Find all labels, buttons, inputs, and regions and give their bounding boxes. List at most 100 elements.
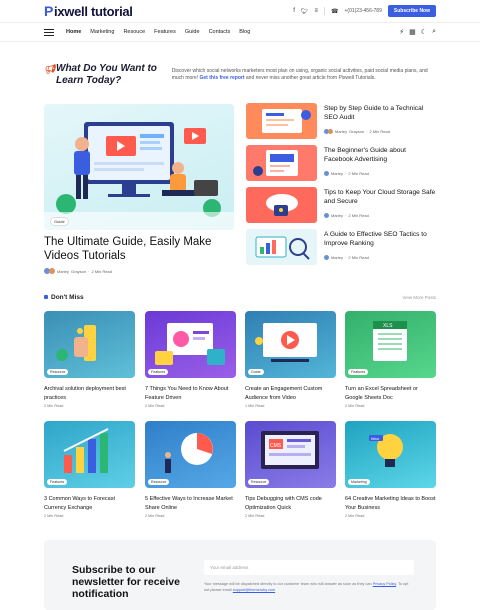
subscribe-button[interactable]: Subscribe Now bbox=[387, 5, 436, 17]
post-meta: Marley · 2 Min Read bbox=[324, 171, 369, 176]
card-tag[interactable]: Features bbox=[348, 369, 369, 375]
card-title[interactable]: 64 Creative Marketing Ideas to Boost You… bbox=[345, 495, 436, 512]
post-thumbnail[interactable]: Resource bbox=[145, 421, 236, 488]
post-title[interactable]: Tips to Keep Your Cloud Storage Safe and… bbox=[324, 189, 436, 206]
side-post[interactable]: A Guide to Effective SEO Tactics to Impr… bbox=[246, 229, 436, 267]
post-thumbnail[interactable] bbox=[246, 187, 317, 223]
post-meta: Marley · 2 Min Read bbox=[324, 255, 369, 260]
post-thumbnail[interactable]: Guide bbox=[245, 311, 336, 378]
card-title[interactable]: Turn an Excel Spreadsheet or Google Shee… bbox=[345, 385, 436, 402]
nav-item-guide[interactable]: Guide bbox=[185, 29, 200, 35]
twitter-icon[interactable]: 🐦︎ bbox=[301, 8, 309, 15]
post-card[interactable]: Resource 5 Effective Ways to Increase Ma… bbox=[145, 421, 236, 518]
hero-title[interactable]: The Ultimate Guide, Easily Make Videos T… bbox=[44, 235, 239, 263]
card-tag[interactable]: Marketing bbox=[348, 479, 370, 485]
card-tag[interactable]: Features bbox=[148, 369, 169, 375]
post-thumbnail[interactable] bbox=[246, 103, 317, 139]
post-thumbnail[interactable]: CMS Resource bbox=[245, 421, 336, 488]
card-title[interactable]: Create an Engagement Custom Audience fro… bbox=[245, 385, 336, 402]
side-post[interactable]: Step by Step Guide to a Technical SEO Au… bbox=[246, 103, 436, 141]
post-card[interactable]: XLS Features Turn an Excel Spreadsheet o… bbox=[345, 311, 436, 408]
divider bbox=[324, 7, 325, 15]
search-icon[interactable]: ⌕ bbox=[432, 28, 436, 36]
side-post[interactable]: The Beginner's Guide about Facebook Adve… bbox=[246, 145, 436, 183]
post-meta: Marley Grayson · 2 Min Read bbox=[324, 129, 390, 134]
section-title: Don't Miss bbox=[51, 293, 84, 301]
lightning-icon[interactable]: ⚡︎ bbox=[399, 28, 404, 36]
section-marker bbox=[44, 295, 48, 299]
site-logo[interactable]: P ixwell tutorial bbox=[44, 3, 133, 19]
menu-dots-icon[interactable]: ≡ bbox=[314, 8, 318, 14]
promo-heading: 📢︎ What Do You Want to Learn Today? bbox=[44, 63, 157, 86]
hamburger-menu-icon[interactable] bbox=[44, 27, 54, 38]
email-input[interactable]: Your email address bbox=[204, 560, 414, 575]
read-time: 2 Min Read bbox=[145, 404, 165, 408]
post-card[interactable]: CMS Resource Tips Debugging with CMS cod… bbox=[245, 421, 336, 518]
read-time: 2 Min Read bbox=[345, 404, 365, 408]
post-thumbnail[interactable]: XLS Features bbox=[345, 311, 436, 378]
phone-number[interactable]: +(01)23-456-789 bbox=[344, 8, 381, 14]
phone-icon: ☎ bbox=[331, 8, 339, 15]
card-tag[interactable]: Resource bbox=[47, 369, 69, 375]
avatar bbox=[49, 268, 55, 274]
post-card[interactable]: Features 7 Things You Need to Know About… bbox=[145, 311, 236, 408]
promo-banner: 📢︎ What Do You Want to Learn Today? Disc… bbox=[44, 55, 436, 95]
nav-item-home[interactable]: Home bbox=[66, 29, 81, 35]
post-thumbnail[interactable]: Idea Marketing bbox=[345, 421, 436, 488]
post-thumbnail[interactable]: Features bbox=[145, 311, 236, 378]
nav-item-features[interactable]: Features bbox=[154, 29, 176, 35]
logo-text: ixwell tutorial bbox=[54, 3, 133, 19]
read-time: 2 Min Read bbox=[345, 514, 365, 518]
card-title[interactable]: Archival solution deployment best practi… bbox=[44, 385, 135, 402]
post-thumbnail[interactable] bbox=[246, 145, 317, 181]
nav-item-blog[interactable]: Blog bbox=[239, 29, 250, 35]
side-post[interactable]: Tips to Keep Your Cloud Storage Safe and… bbox=[246, 187, 436, 225]
author-name[interactable]: Grayson bbox=[71, 269, 86, 274]
hero-tag[interactable]: Guide bbox=[50, 217, 69, 226]
privacy-policy-link[interactable]: Privacy Policy bbox=[373, 582, 396, 586]
card-tag[interactable]: Resource bbox=[148, 479, 170, 485]
facebook-icon[interactable]: f bbox=[293, 8, 295, 14]
post-title[interactable]: The Beginner's Guide about Facebook Adve… bbox=[324, 147, 436, 164]
dark-mode-icon[interactable]: ☾ bbox=[421, 28, 427, 36]
author-name[interactable]: Marley bbox=[57, 269, 69, 274]
card-title[interactable]: 5 Effective Ways to Increase Market Shar… bbox=[145, 495, 236, 512]
view-more-link[interactable]: View More Posts bbox=[402, 295, 436, 300]
newsletter-disclaimer: Your message will be dispatched directly… bbox=[204, 582, 409, 592]
post-card[interactable]: Guide Create an Engagement Custom Audien… bbox=[245, 311, 336, 408]
promo-description: Discover which social networks marketers… bbox=[171, 67, 428, 82]
card-title[interactable]: 3 Common Ways to Forecast Currency Excha… bbox=[44, 495, 135, 512]
post-thumbnail[interactable]: Resource bbox=[44, 311, 135, 378]
read-time: 2 Min Read bbox=[91, 268, 112, 274]
post-title[interactable]: Step by Step Guide to a Technical SEO Au… bbox=[324, 105, 436, 122]
hero-meta: Marley Grayson · 2 Min Read bbox=[44, 268, 112, 274]
dont-miss-header: Don't Miss View More Posts bbox=[44, 292, 436, 302]
post-card[interactable]: Resource Archival solution deployment be… bbox=[44, 311, 135, 408]
read-time: 2 Min Read bbox=[44, 514, 64, 518]
free-report-link[interactable]: Get this free report bbox=[200, 75, 245, 81]
card-tag[interactable]: Resource bbox=[248, 479, 270, 485]
support-email-link[interactable]: support@themeruby.com bbox=[233, 588, 275, 592]
hero-image[interactable]: Guide bbox=[44, 104, 234, 230]
post-card[interactable]: Idea Marketing 64 Creative Marketing Ide… bbox=[345, 421, 436, 518]
read-time: 2 Min Read bbox=[245, 514, 265, 518]
video-tutorial-illustration bbox=[44, 122, 234, 230]
grid-icon[interactable]: ▦ bbox=[409, 28, 416, 36]
megaphone-icon: 📢︎ bbox=[44, 64, 56, 74]
post-thumbnail[interactable] bbox=[246, 229, 317, 265]
card-tag[interactable]: Guide bbox=[248, 369, 264, 375]
nav-item-contacts[interactable]: Contacts bbox=[209, 29, 231, 35]
nav-item-resouce[interactable]: Resouce bbox=[123, 29, 145, 35]
card-title[interactable]: Tips Debugging with CMS code Optimizatio… bbox=[245, 495, 336, 512]
post-title[interactable]: A Guide to Effective SEO Tactics to Impr… bbox=[324, 231, 436, 248]
read-time: 2 Min Read bbox=[145, 514, 165, 518]
post-card[interactable]: Features 3 Common Ways to Forecast Curre… bbox=[44, 421, 135, 518]
post-thumbnail[interactable]: Features bbox=[44, 421, 135, 488]
read-time: 1 Min Read bbox=[245, 404, 265, 408]
read-time: 2 Min Read bbox=[44, 404, 64, 408]
nav-item-marketing[interactable]: Marketing bbox=[90, 29, 114, 35]
svg-text:CMS: CMS bbox=[270, 443, 282, 449]
card-title[interactable]: 7 Things You Need to Know About Feature … bbox=[145, 385, 236, 402]
svg-text:XLS: XLS bbox=[383, 323, 393, 329]
card-tag[interactable]: Features bbox=[47, 479, 68, 485]
